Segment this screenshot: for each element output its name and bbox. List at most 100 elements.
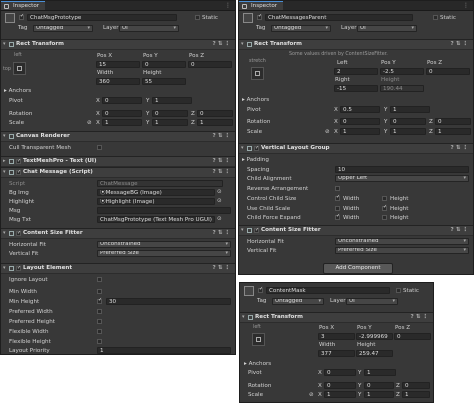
vertical-fit-dropdown[interactable]: Preferred Size (335, 247, 469, 254)
pivot-y-field[interactable]: 1 (152, 97, 192, 104)
preferred-width-checkbox[interactable] (97, 309, 102, 314)
anchors-foldout[interactable]: ▸ Anchors (4, 88, 31, 94)
tab-menu-icon[interactable]: ⋮ (225, 1, 231, 10)
content-size-fitter-enabled-checkbox[interactable] (16, 229, 21, 238)
cfe-height-checkbox[interactable] (382, 215, 387, 220)
cull-mesh-checkbox[interactable] (97, 145, 102, 150)
vertical-fit-dropdown[interactable]: Preferred Size (97, 250, 231, 257)
tag-dropdown[interactable]: Untagged (33, 25, 93, 32)
tab-inspector[interactable]: Inspector (239, 1, 284, 10)
height-field[interactable]: 55 (142, 78, 186, 85)
flexible-width-checkbox[interactable] (97, 329, 102, 334)
scale-z-field[interactable]: 1 (197, 119, 233, 126)
tag-dropdown[interactable]: Untagged (272, 298, 324, 305)
layer-dropdown[interactable]: UI (357, 25, 417, 32)
ignore-layout-checkbox[interactable] (97, 277, 102, 282)
component-menu-icons[interactable]: ?⇅⋮ (212, 40, 232, 49)
scale-y-field[interactable]: 1 (364, 391, 394, 398)
scale-link-icon[interactable]: ⊘ (325, 129, 330, 135)
component-menu-icons[interactable]: ?⇅⋮ (212, 132, 232, 141)
preferred-height-checkbox[interactable] (97, 319, 102, 324)
content-size-fitter-enabled-checkbox[interactable] (254, 226, 259, 235)
highlight-field[interactable]: ⦿Highlight (Image) (97, 198, 215, 205)
pivot-x-field[interactable]: 0.5 (340, 106, 380, 113)
active-checkbox[interactable] (19, 13, 24, 20)
tab-inspector[interactable]: Inspector (1, 1, 46, 10)
scale-x-field[interactable]: 1 (340, 128, 380, 135)
scale-x-field[interactable]: 1 (324, 391, 356, 398)
flexible-height-checkbox[interactable] (97, 339, 102, 344)
child-alignment-dropdown[interactable]: Upper Left (335, 175, 469, 182)
textmeshpro-header[interactable]: ▸ TextMeshPro - Text (UI) ?⇅⋮ (1, 156, 235, 167)
rot-y-field[interactable]: 0 (152, 110, 188, 117)
width-field[interactable]: 377 (318, 350, 355, 357)
anchors-foldout[interactable]: ▸ Anchors (244, 361, 271, 367)
scale-y-field[interactable]: 1 (152, 119, 188, 126)
layout-element-enabled-checkbox[interactable] (16, 264, 21, 273)
rot-z-field[interactable]: 0 (197, 110, 233, 117)
scale-y-field[interactable]: 1 (390, 128, 426, 135)
fold-arrow-icon[interactable]: ▾ (3, 264, 6, 273)
min-height-checkbox[interactable] (97, 297, 102, 304)
vlg-enabled-checkbox[interactable] (254, 144, 259, 153)
chat-message-header[interactable]: ▾ Chat Message (Script) ?⇅⋮ (1, 167, 235, 178)
pos-z-field[interactable]: 0 (188, 61, 232, 68)
pos-z-field[interactable]: 0 (394, 333, 431, 340)
horizontal-fit-dropdown[interactable]: Unconstrained (97, 241, 231, 248)
component-menu-icons[interactable]: ?⇅⋮ (212, 229, 232, 238)
ucs-width-checkbox[interactable] (335, 206, 340, 211)
add-component-button[interactable]: Add Component (323, 263, 393, 274)
padding-foldout[interactable]: ▸ Padding (242, 157, 269, 163)
pos-y-field[interactable]: 0 (142, 61, 186, 68)
reverse-arrangement-checkbox[interactable] (335, 186, 340, 191)
anchor-preset-button[interactable] (251, 67, 264, 80)
cfe-width-checkbox[interactable] (335, 213, 340, 220)
pick-icon[interactable]: ⊙ (217, 216, 222, 222)
rect-transform-header[interactable]: ▾ Rect Transform ?⇅⋮ (1, 39, 235, 50)
textmeshpro-enabled-checkbox[interactable] (16, 157, 21, 166)
rot-y-field[interactable]: 0 (390, 118, 426, 125)
component-menu-icons[interactable]: ?⇅⋮ (450, 226, 470, 235)
static-checkbox[interactable] (433, 15, 438, 20)
chat-message-enabled-checkbox[interactable] (16, 168, 21, 177)
fold-arrow-icon[interactable]: ▾ (241, 226, 244, 235)
component-menu-icons[interactable]: ?⇅⋮ (212, 157, 232, 166)
static-checkbox[interactable] (396, 288, 401, 293)
horizontal-fit-dropdown[interactable]: Unconstrained (335, 238, 469, 245)
msg-txt-field[interactable]: ChatMsgPrototype (Text Mesh Pro UGUI) (97, 216, 215, 223)
component-menu-icons[interactable]: ?⇅⋮ (212, 168, 232, 177)
static-checkbox[interactable] (195, 15, 200, 20)
scale-z-field[interactable]: 1 (435, 128, 471, 135)
msg-field[interactable] (97, 207, 231, 214)
fold-arrow-icon[interactable]: ▾ (242, 313, 245, 322)
fold-arrow-icon[interactable]: ▸ (3, 157, 6, 166)
rot-x-field[interactable]: 0 (340, 118, 380, 125)
anchors-foldout[interactable]: ▸ Anchors (242, 97, 269, 103)
object-name-field[interactable]: ChatMessagesParent (265, 14, 413, 21)
rect-transform-header[interactable]: ▾ Rect Transform ?⇅⋮ (239, 39, 473, 50)
left-field[interactable]: 2 (334, 68, 378, 75)
layout-element-header[interactable]: ▾ Layout Element ?⇅⋮ (1, 263, 235, 274)
tab-menu-icon[interactable]: ⋮ (463, 1, 469, 10)
pos-z-field[interactable]: 0 (426, 68, 470, 75)
object-name-field[interactable]: ContentMask (266, 287, 390, 294)
pivot-x-field[interactable]: 0 (102, 97, 142, 104)
min-height-field[interactable]: 30 (106, 298, 231, 305)
layer-dropdown[interactable]: UI (346, 298, 398, 305)
active-checkbox[interactable] (258, 286, 263, 293)
active-checkbox[interactable] (257, 13, 262, 20)
pivot-x-field[interactable]: 0 (324, 369, 356, 376)
fold-arrow-icon[interactable]: ▾ (3, 132, 6, 141)
fold-arrow-icon[interactable]: ▾ (241, 40, 244, 49)
pos-x-field[interactable]: 15 (96, 61, 140, 68)
pivot-y-field[interactable]: 1 (364, 369, 396, 376)
pick-icon[interactable]: ⊙ (217, 198, 222, 204)
rot-x-field[interactable]: 0 (324, 382, 356, 389)
layout-priority-field[interactable]: 1 (97, 347, 231, 354)
rot-z-field[interactable]: 0 (435, 118, 471, 125)
component-menu-icons[interactable]: ?⇅⋮ (450, 144, 470, 153)
height-field[interactable]: 259.47 (356, 350, 393, 357)
min-width-checkbox[interactable] (97, 289, 102, 294)
rot-y-field[interactable]: 0 (364, 382, 394, 389)
pivot-y-field[interactable]: 1 (390, 106, 430, 113)
